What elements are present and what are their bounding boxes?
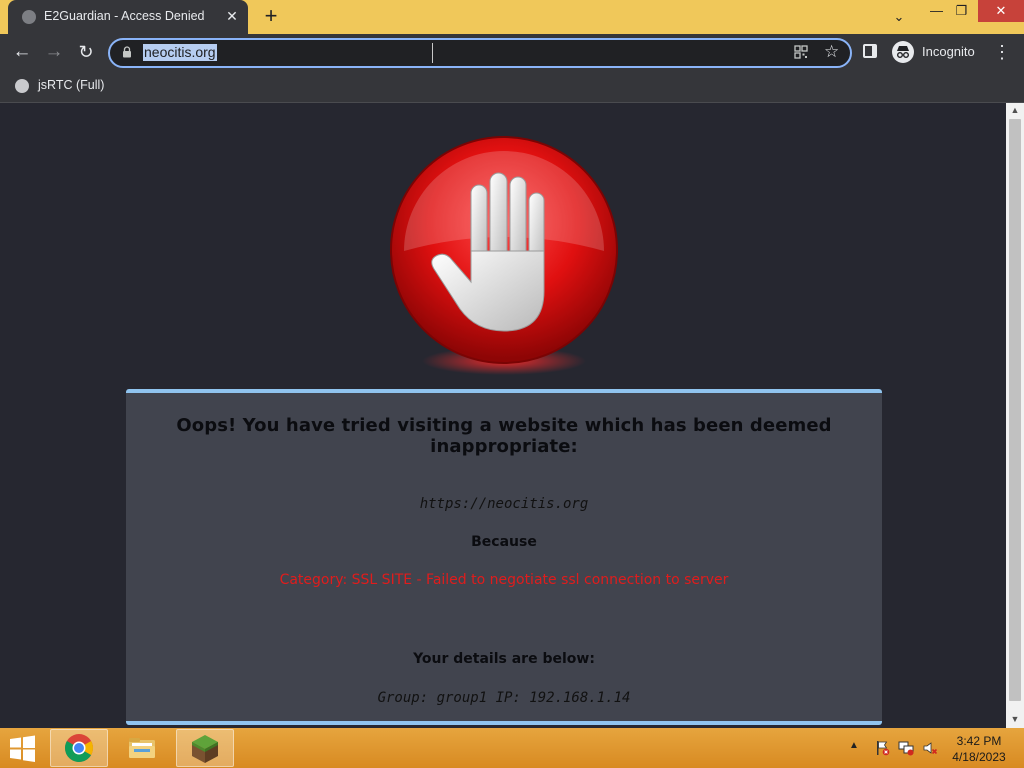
address-bar[interactable]: neocitis.org ☆: [108, 38, 852, 68]
forward-button[interactable]: →: [40, 38, 68, 66]
incognito-profile-button[interactable]: Incognito: [888, 38, 982, 66]
flag-icon[interactable]: [874, 740, 890, 756]
block-headline: Oops! You have tried visiting a website …: [176, 415, 832, 457]
bookmark-label: jsRTC (Full): [38, 78, 105, 92]
new-tab-button[interactable]: +: [258, 4, 284, 30]
back-button[interactable]: ←: [8, 38, 36, 66]
reload-button[interactable]: ↻: [72, 38, 100, 66]
scrollbar-thumb[interactable]: [1009, 119, 1021, 701]
scroll-down-arrow-icon[interactable]: ▼: [1006, 712, 1024, 726]
blocked-url: https://neocitis.org: [419, 496, 589, 512]
clock-date: 4/18/2023: [952, 750, 1006, 764]
incognito-icon: [892, 41, 914, 63]
url-text[interactable]: neocitis.org: [143, 44, 217, 61]
close-window-button[interactable]: ✕: [978, 0, 1024, 22]
network-icon[interactable]: [898, 740, 914, 756]
chrome-icon: [65, 734, 93, 762]
tab-e2guardian[interactable]: E2Guardian - Access Denied ✕: [8, 0, 248, 34]
minecraft-icon: [192, 735, 218, 763]
windows-logo-icon[interactable]: [6, 734, 38, 762]
user-details: Group: group1 IP: 192.168.1.14: [377, 690, 631, 706]
show-hidden-icons-button[interactable]: ▲: [849, 740, 859, 751]
menu-icon[interactable]: ⋮: [992, 40, 1012, 64]
stop-hand-icon: [390, 136, 618, 375]
bookmarks-bar: jsRTC (Full): [0, 70, 1024, 103]
message-card: Oops! You have tried visiting a website …: [126, 389, 882, 725]
globe-icon: [22, 10, 36, 24]
tab-title: E2Guardian - Access Denied: [44, 9, 205, 23]
lock-icon[interactable]: [122, 46, 132, 58]
side-panel-icon[interactable]: [863, 44, 877, 58]
vertical-scrollbar[interactable]: ▲ ▼: [1006, 103, 1024, 728]
block-reason: Category: SSL SITE - Failed to negotiate…: [279, 572, 729, 588]
browser-toolbar: ← → ↻ neocitis.org ☆ Incognito ⋮: [0, 34, 1024, 70]
details-heading: Your details are below:: [413, 651, 595, 667]
text-cursor: [432, 43, 435, 63]
tab-close-icon[interactable]: ✕: [222, 6, 242, 26]
clock-time: 3:42 PM: [956, 734, 1002, 748]
incognito-label: Incognito: [922, 44, 975, 59]
taskbar-minecraft[interactable]: [176, 729, 234, 767]
qr-code-icon[interactable]: [794, 45, 808, 59]
star-icon[interactable]: ☆: [824, 41, 839, 63]
taskbar: ▲ 3:42 PM 4/18/2023: [0, 728, 1024, 768]
tab-search-button[interactable]: ⌄: [882, 4, 916, 30]
taskbar-file-explorer[interactable]: [112, 729, 170, 767]
volume-icon[interactable]: [922, 740, 938, 756]
scroll-up-arrow-icon[interactable]: ▲: [1006, 103, 1024, 117]
globe-icon: [15, 79, 29, 93]
page-content: Oops! You have tried visiting a website …: [0, 103, 1006, 728]
system-clock[interactable]: 3:42 PM 4/18/2023: [946, 733, 1012, 765]
restore-button[interactable]: ❐: [945, 0, 978, 22]
folder-icon: [129, 738, 155, 758]
taskbar-chrome[interactable]: [50, 729, 108, 767]
title-bar: E2Guardian - Access Denied ✕ + ⌄ — ❐ ✕: [0, 0, 1024, 34]
because-label: Because: [471, 534, 537, 550]
